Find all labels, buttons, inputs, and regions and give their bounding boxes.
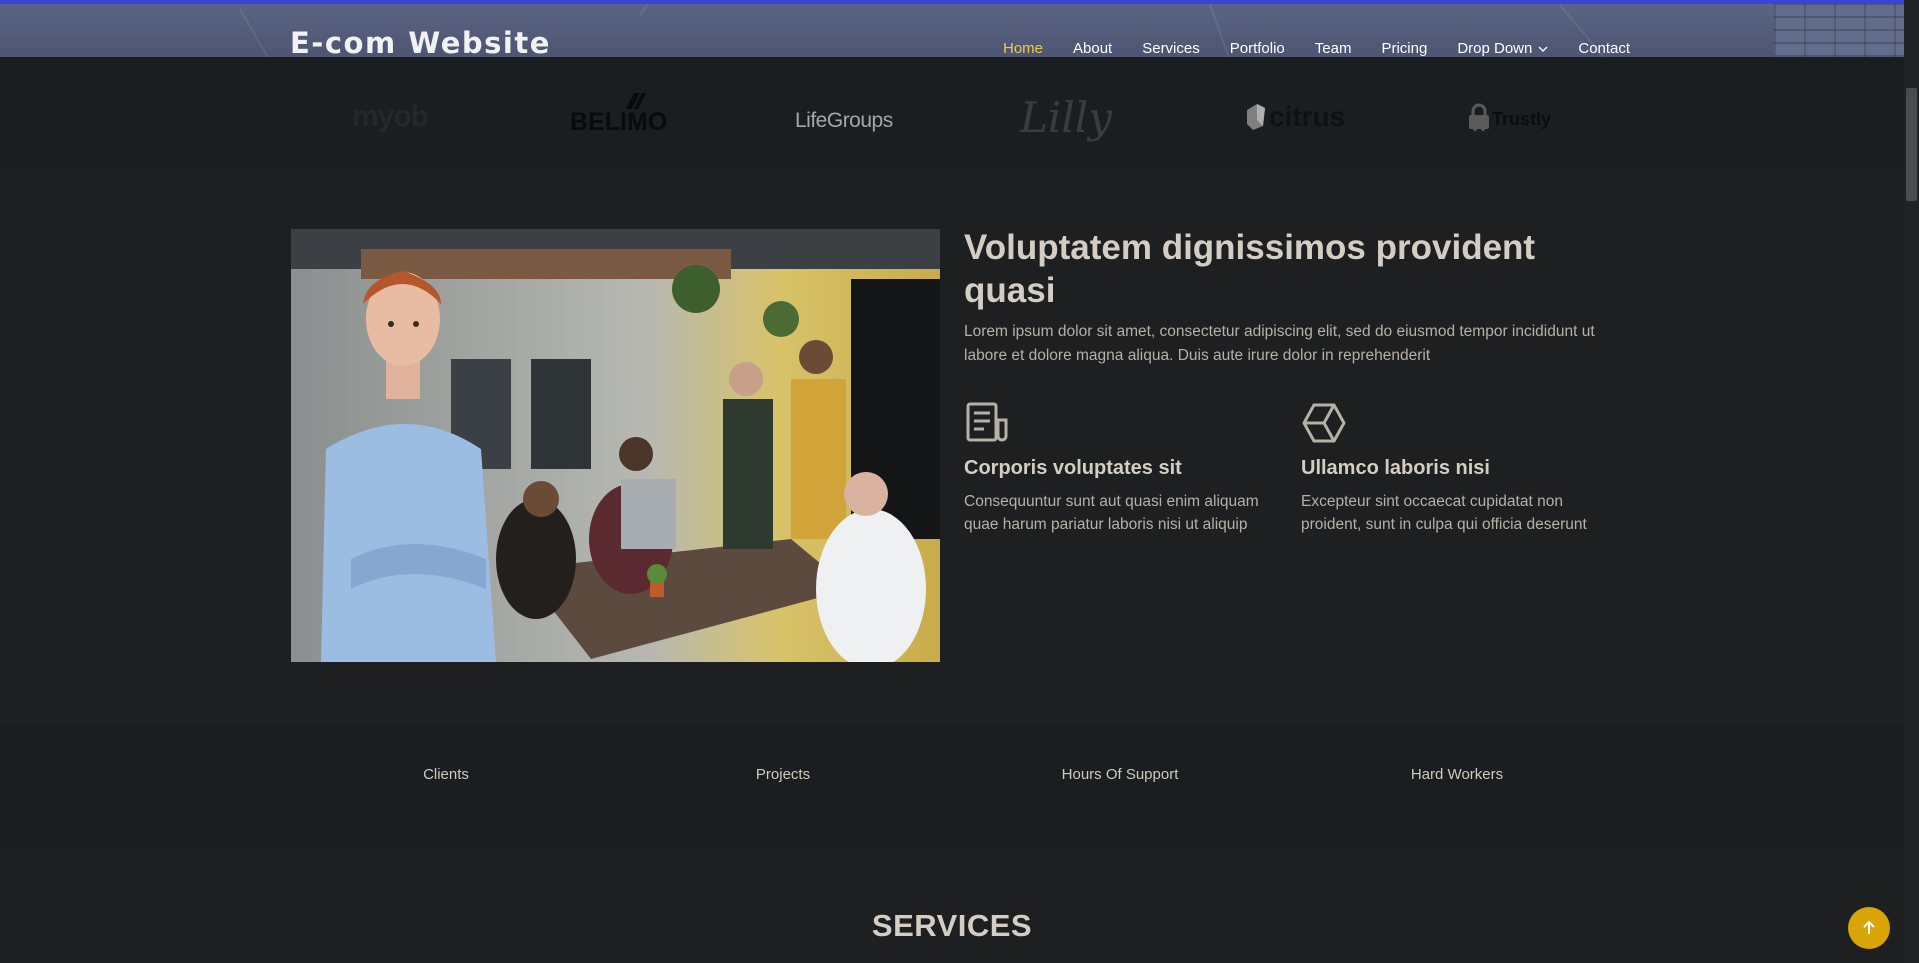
feature-item: Ullamco laboris nisi Excepteur sint occa…	[1301, 400, 1601, 536]
site-header: E-com Website Home About Services Portfo…	[0, 0, 1904, 57]
belimo-mark-icon	[626, 93, 646, 109]
citrus-mark-icon	[1247, 104, 1265, 130]
trustly-lock-icon	[1469, 103, 1489, 131]
services-title: SERVICES	[871, 908, 1033, 943]
feature-text: Excepteur sint occaecat cupidatat non pr…	[1301, 493, 1587, 533]
header-brick-decoration	[1774, 4, 1904, 57]
client-logo-myob: myob	[352, 100, 429, 133]
nav-services[interactable]: Services	[1142, 40, 1200, 57]
client-logo-trustly: Trustly	[1468, 97, 1551, 137]
nav-portfolio[interactable]: Portfolio	[1230, 40, 1285, 57]
feature-title: Corporis voluptates sit	[964, 457, 1182, 479]
nav-home[interactable]: Home	[1003, 40, 1043, 57]
nav-contact[interactable]: Contact	[1578, 40, 1630, 57]
nav-about[interactable]: About	[1073, 40, 1112, 57]
newspaper-icon	[966, 402, 1008, 442]
nav-team[interactable]: Team	[1315, 40, 1352, 57]
count-label-workers: Hard Workers	[1410, 766, 1504, 783]
count-label-hours: Hours Of Support	[1061, 766, 1179, 783]
arrow-up-icon	[1863, 920, 1875, 934]
nav-pricing[interactable]: Pricing	[1381, 40, 1427, 57]
page-scrollbar[interactable]	[1904, 0, 1919, 963]
feature-item: Corporis voluptates sit Consequuntur sun…	[964, 400, 1264, 536]
feature-title: Ullamco laboris nisi	[1301, 457, 1490, 479]
count-label-projects: Projects	[755, 766, 811, 783]
cube-icon	[1302, 403, 1346, 443]
site-logo[interactable]: E-com Website	[290, 26, 551, 57]
about-image	[291, 229, 940, 662]
about-text: Lorem ipsum dolor sit amet, consectetur …	[964, 323, 1595, 364]
client-logo-lilly: Lilly	[1020, 92, 1112, 142]
feature-text: Consequuntur sunt aut quasi enim aliquam…	[964, 493, 1259, 533]
count-label-clients: Clients	[423, 766, 469, 783]
clients-section: myob BELIMO LifeGroups Lilly citrus Trus…	[0, 57, 1904, 168]
chevron-down-icon	[1538, 46, 1548, 52]
nav-dropdown[interactable]: Drop Down	[1457, 40, 1548, 57]
about-title: Voluptatem dignissimos provident quasi	[964, 228, 1536, 310]
back-to-top-button[interactable]	[1848, 907, 1890, 949]
client-logo-lifegroups: LifeGroups	[795, 109, 893, 132]
client-logo-citrus: citrus	[1245, 97, 1345, 137]
office-team-photo	[291, 229, 940, 662]
counts-section: Clients Projects Hours Of Support Hard W…	[0, 723, 1904, 847]
main-nav: Home About Services Portfolio Team Prici…	[1003, 40, 1660, 57]
scrollbar-thumb[interactable]	[1906, 88, 1917, 201]
client-logo-belimo: BELIMO	[570, 93, 667, 137]
